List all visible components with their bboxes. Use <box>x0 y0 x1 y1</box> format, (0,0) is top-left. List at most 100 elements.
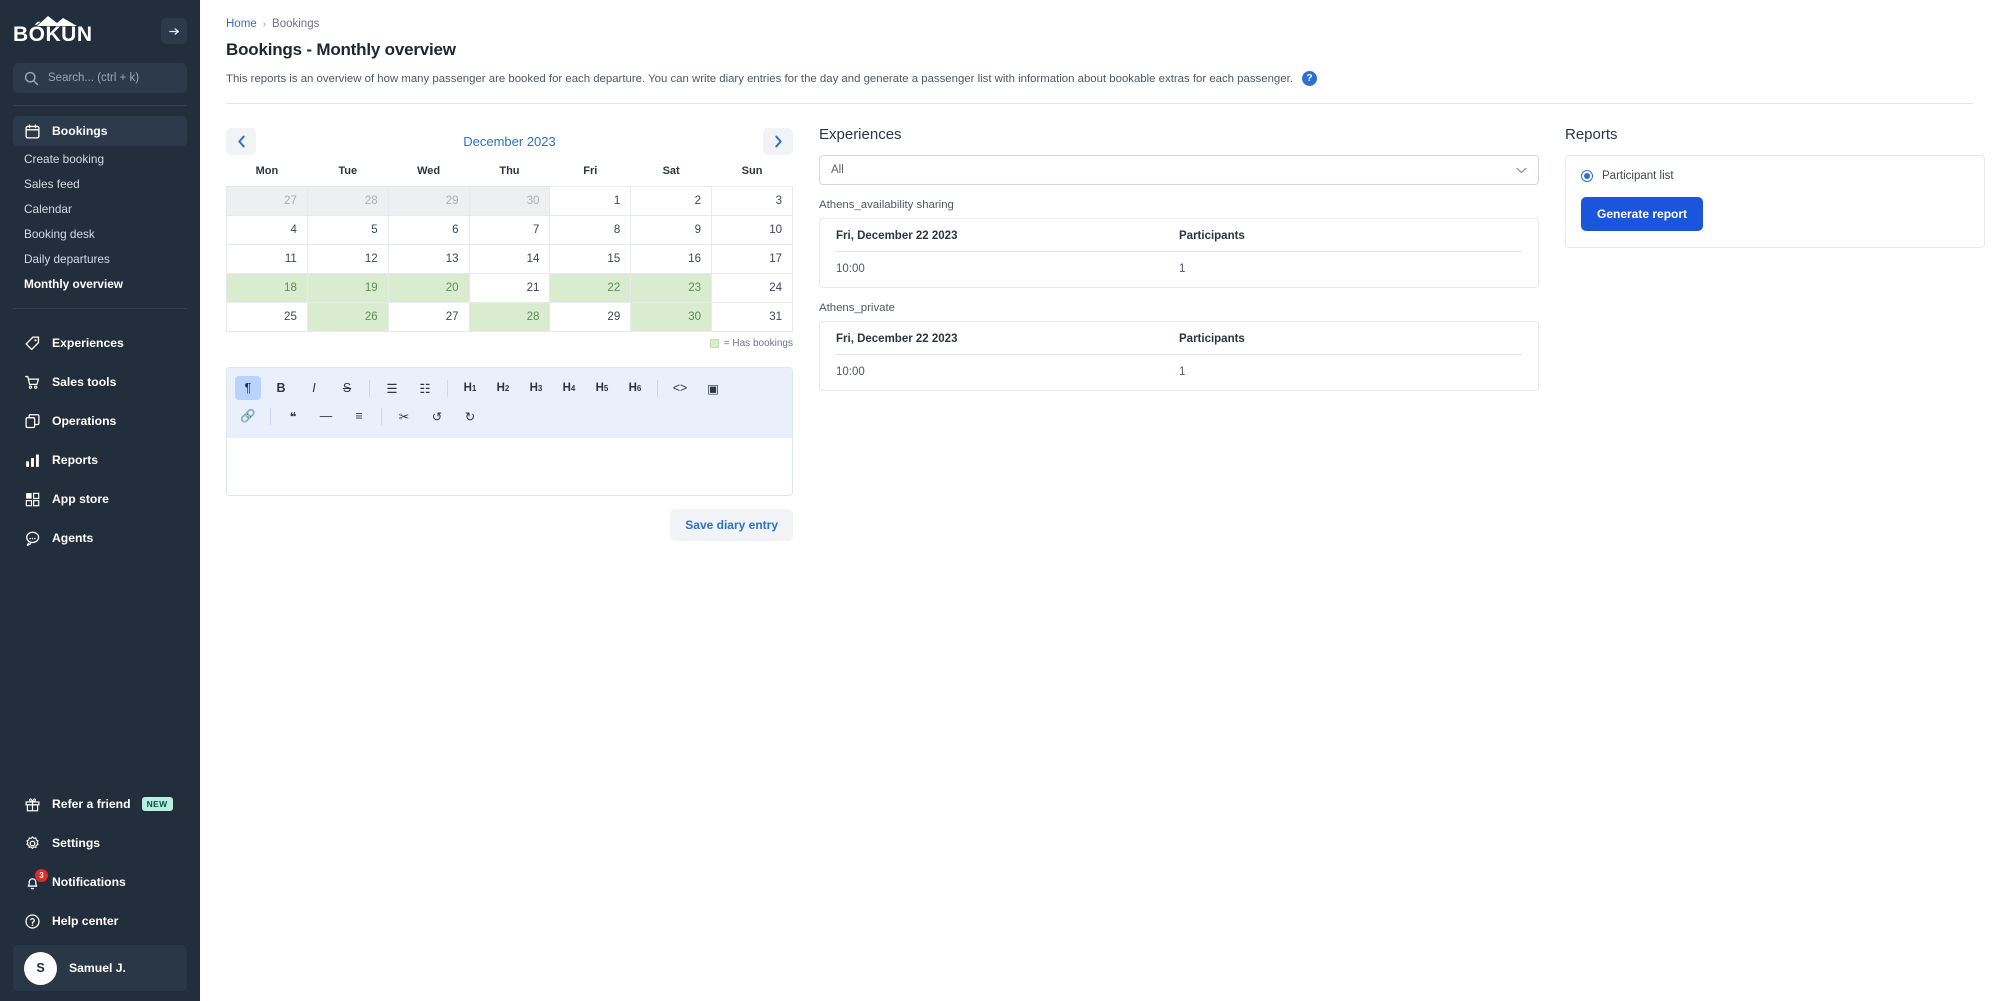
calendar-day-cell[interactable]: 12 <box>307 245 388 274</box>
sidebar-item-reports[interactable]: Reports <box>13 445 187 475</box>
sidebar-item-bookings[interactable]: Bookings <box>13 116 187 146</box>
heading-5-icon[interactable]: H5 <box>589 376 615 400</box>
calendar-day-cell[interactable]: 29 <box>388 187 469 216</box>
calendar-day-cell[interactable]: 26 <box>307 303 388 332</box>
breadcrumb-home-link[interactable]: Home <box>226 18 257 30</box>
user-name: Samuel J. <box>69 961 126 975</box>
clear-formatting-icon[interactable]: ✂ <box>391 404 417 428</box>
sidebar-item-calendar[interactable]: Calendar <box>13 196 187 221</box>
calendar-day-cell[interactable]: 18 <box>227 274 308 303</box>
sidebar-item-sales-feed[interactable]: Sales feed <box>13 171 187 196</box>
gear-icon <box>24 835 41 852</box>
sidebar-item-app-store[interactable]: App store <box>13 484 187 514</box>
calendar-day-cell[interactable]: 2 <box>631 187 712 216</box>
sidebar-item-sales-tools[interactable]: Sales tools <box>13 367 187 397</box>
calendar-next-button[interactable] <box>763 128 793 155</box>
calendar-day-cell[interactable]: 20 <box>388 274 469 303</box>
calendar-day-cell[interactable]: 29 <box>550 303 631 332</box>
italic-icon[interactable]: I <box>301 376 327 400</box>
calendar-month-label: December 2023 <box>463 134 556 149</box>
link-icon[interactable]: 🔗 <box>235 404 261 428</box>
calendar-day-cell[interactable]: 9 <box>631 216 712 245</box>
redo-icon[interactable]: ↻ <box>457 404 483 428</box>
calendar-day-cell[interactable]: 27 <box>227 187 308 216</box>
sidebar-item-booking-desk[interactable]: Booking desk <box>13 221 187 246</box>
calendar-day-cell[interactable]: 6 <box>388 216 469 245</box>
search-input[interactable]: Search... (ctrl + k) <box>13 63 187 93</box>
bold-icon[interactable]: B <box>268 376 294 400</box>
calendar-day-cell[interactable]: 10 <box>712 216 793 245</box>
heading-3-icon[interactable]: H3 <box>523 376 549 400</box>
participant-list-radio-row[interactable]: Participant list <box>1581 170 1969 182</box>
help-icon[interactable]: ? <box>1302 71 1317 86</box>
calendar-day-cell[interactable]: 30 <box>631 303 712 332</box>
heading-1-icon[interactable]: H1 <box>457 376 483 400</box>
calendar-day-cell[interactable]: 8 <box>550 216 631 245</box>
undo-icon[interactable]: ↺ <box>424 404 450 428</box>
sidebar-collapse-button[interactable] <box>161 18 187 44</box>
bullet-list-icon[interactable]: ☰ <box>379 376 405 400</box>
sidebar-item-agents[interactable]: Agents <box>13 523 187 553</box>
blockquote-icon[interactable]: ❝ <box>280 404 306 428</box>
heading-6-icon[interactable]: H6 <box>622 376 648 400</box>
calendar-day-cell[interactable]: 24 <box>712 274 793 303</box>
sidebar-item-refer-label: Refer a friend <box>52 797 131 811</box>
paragraph-icon[interactable]: ¶ <box>235 376 261 400</box>
calendar-day-cell[interactable]: 11 <box>227 245 308 274</box>
calendar-day-cell[interactable]: 5 <box>307 216 388 245</box>
heading-4-icon[interactable]: H4 <box>556 376 582 400</box>
sidebar-item-reports-label: Reports <box>52 453 98 467</box>
calendar-day-cell[interactable]: 16 <box>631 245 712 274</box>
sidebar-item-experiences[interactable]: Experiences <box>13 328 187 358</box>
gift-icon <box>24 796 41 813</box>
experiences-filter-select[interactable]: All <box>819 155 1539 185</box>
calendar-day-cell[interactable]: 31 <box>712 303 793 332</box>
sidebar-item-settings[interactable]: Settings <box>13 828 187 858</box>
calendar-day-cell[interactable]: 23 <box>631 274 712 303</box>
generate-report-button[interactable]: Generate report <box>1581 197 1703 231</box>
calendar-day-cell[interactable]: 3 <box>712 187 793 216</box>
calendar-day-cell[interactable]: 7 <box>469 216 550 245</box>
calendar-day-cell[interactable]: 17 <box>712 245 793 274</box>
heading-2-icon[interactable]: H2 <box>490 376 516 400</box>
sidebar-item-help-center[interactable]: Help center <box>13 906 187 936</box>
search-placeholder: Search... (ctrl + k) <box>48 72 139 84</box>
editor-toolbar: ¶ BIS ☰ ☷ H1 H2 H3 H4 H5 H6 <> ▣ 🔗 ❝ — ≡ ✂ ↺ ↻ <box>227 368 792 438</box>
participants-cell: 1 <box>1179 252 1522 288</box>
calendar-prev-button[interactable] <box>226 128 256 155</box>
calendar-day-cell[interactable]: 15 <box>550 245 631 274</box>
sidebar-item-refer-a-friend[interactable]: Refer a friend NEW <box>13 789 187 819</box>
calendar-day-cell[interactable]: 21 <box>469 274 550 303</box>
line-break-icon[interactable]: ≡ <box>346 404 372 428</box>
calendar-weekday-mon: Mon <box>227 165 308 187</box>
calendar-day-cell[interactable]: 4 <box>227 216 308 245</box>
table-row[interactable]: 10:001 <box>836 252 1522 288</box>
calendar-day-cell[interactable]: 14 <box>469 245 550 274</box>
calendar-day-cell[interactable]: 22 <box>550 274 631 303</box>
sidebar-item-daily-departures[interactable]: Daily departures <box>13 246 187 271</box>
sidebar-item-operations[interactable]: Operations <box>13 406 187 436</box>
strikethrough-icon[interactable]: S <box>334 376 360 400</box>
calendar-day-cell[interactable]: 1 <box>550 187 631 216</box>
code-icon[interactable]: <> <box>667 376 693 400</box>
diary-entry-textarea[interactable] <box>227 438 792 495</box>
sidebar-item-create-booking[interactable]: Create booking <box>13 146 187 171</box>
calendar-day-cell[interactable]: 19 <box>307 274 388 303</box>
calendar-day-cell[interactable]: 13 <box>388 245 469 274</box>
radio-participant-list[interactable] <box>1581 170 1593 182</box>
sidebar-item-monthly-overview[interactable]: Monthly overview <box>13 271 187 296</box>
horizontal-rule-icon[interactable]: — <box>313 404 339 428</box>
calendar-day-cell[interactable]: 27 <box>388 303 469 332</box>
calendar-day-cell[interactable]: 28 <box>307 187 388 216</box>
sidebar-item-notifications[interactable]: 3 Notifications <box>13 867 187 897</box>
save-diary-entry-button[interactable]: Save diary entry <box>670 509 793 541</box>
calendar-day-cell[interactable]: 28 <box>469 303 550 332</box>
page-title: Bookings - Monthly overview <box>226 40 1973 60</box>
user-profile-row[interactable]: S Samuel J. <box>13 945 187 991</box>
calendar-day-cell[interactable]: 25 <box>227 303 308 332</box>
ordered-list-icon[interactable]: ☷ <box>412 376 438 400</box>
calendar-column: December 2023 MonTueWedThuFriSatSun 2728… <box>226 126 793 541</box>
table-row[interactable]: 10:001 <box>836 355 1522 391</box>
calendar-day-cell[interactable]: 30 <box>469 187 550 216</box>
code-block-icon[interactable]: ▣ <box>700 376 726 400</box>
